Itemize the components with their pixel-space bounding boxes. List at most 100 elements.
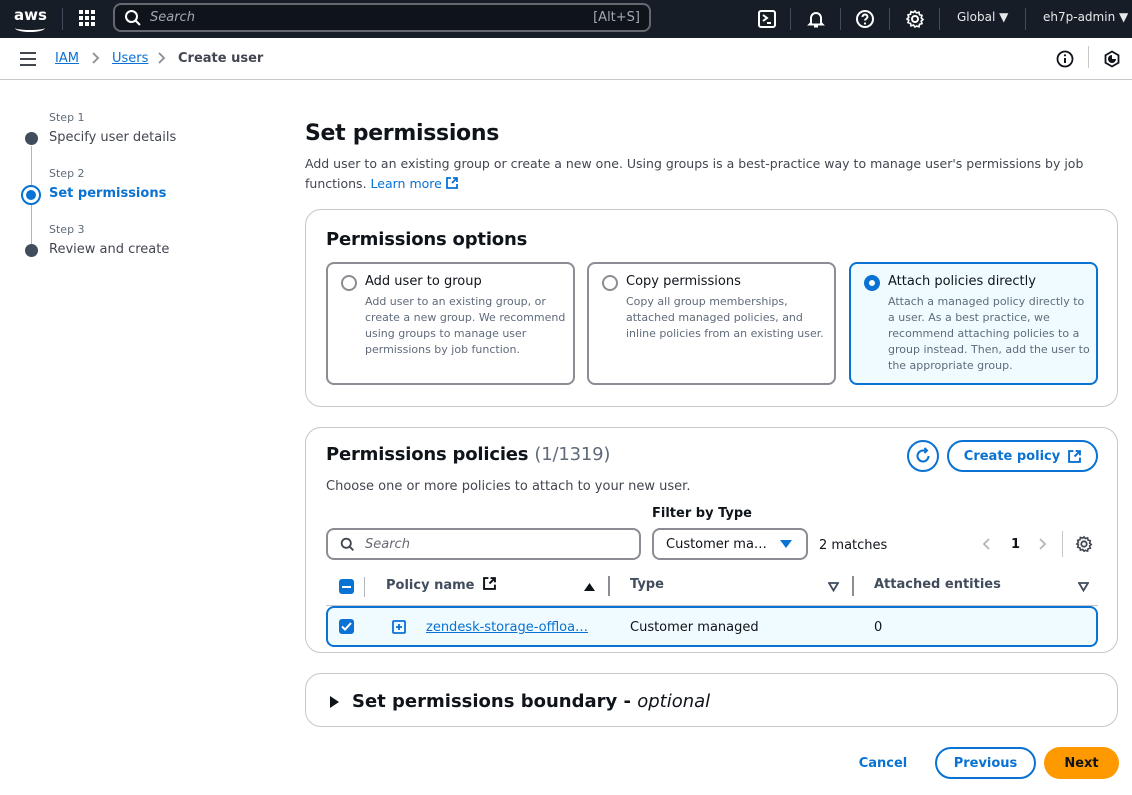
filter-by-type-select[interactable]: Customer ma… [652,528,808,560]
radio-button[interactable] [341,275,357,291]
option-description: Add user to an existing group, or create… [365,295,566,356]
divider [939,8,940,30]
search-icon [125,9,141,26]
step-connector [31,204,32,244]
top-navigation-bar: aws Search [Alt+S] Global ▼ eh7p-admin ▼ [0,0,1132,38]
step-indicator [25,132,38,145]
optional-label: optional [637,691,711,712]
step-indicator-active [21,185,41,205]
notifications-bell-icon[interactable] [806,9,826,29]
learn-more-text: Learn more [370,176,442,191]
step-connector [31,146,32,188]
row-checkbox-checked[interactable] [339,619,354,634]
column-header-attached-entities[interactable]: Attached entities [874,577,1001,592]
previous-button[interactable]: Previous [935,747,1036,779]
attached-entities-count: 0 [874,620,883,635]
search-placeholder: Search [150,10,195,25]
search-icon [340,537,354,551]
caret-down-icon: ▼ [1119,10,1129,24]
radio-button-selected[interactable] [864,275,880,291]
caret-down-icon: ▼ [999,10,1009,24]
caret-right-icon [330,696,339,708]
info-icon[interactable] [1056,50,1074,68]
table-preferences-gear-icon[interactable] [1075,535,1093,553]
settings-gear-icon[interactable] [905,9,925,29]
previous-page-icon[interactable] [981,537,991,551]
policy-count: (1/1319) [534,444,611,465]
page-title: Set permissions [305,121,500,146]
page-description: Add user to an existing group or create … [305,154,1105,194]
breadcrumb-iam[interactable]: IAM [55,51,79,66]
security-hexagon-icon[interactable] [1103,50,1121,68]
column-label: Policy name [386,578,475,593]
boundary-title: Set permissions boundary - optional [352,691,710,712]
permissions-boundary-expander[interactable]: Set permissions boundary - optional [305,673,1118,727]
next-page-icon[interactable] [1038,537,1048,551]
external-link-icon [483,577,496,590]
divider [889,8,890,30]
chevron-right-icon [158,52,166,64]
breadcrumb-users[interactable]: Users [112,51,148,66]
external-link-icon [1068,449,1082,463]
column-header-policy-name[interactable]: Policy name [386,577,496,593]
global-search-input[interactable]: Search [Alt+S] [113,3,651,32]
breadcrumb-bar: IAM Users Create user [0,38,1132,80]
step-label: Step 2 [49,167,85,180]
column-separator [364,577,365,597]
step-title: Set permissions [49,186,167,201]
filter-by-type-label: Filter by Type [652,506,752,521]
region-label: Global [957,10,996,24]
learn-more-link[interactable]: Learn more [371,176,458,191]
refresh-icon [916,447,930,463]
option-copy-permissions[interactable]: Copy permissions Copy all group membersh… [587,262,836,385]
aws-smile-icon [15,24,45,32]
step-label: Step 1 [49,111,85,124]
next-button[interactable]: Next [1044,747,1119,779]
column-resizer[interactable] [608,576,610,596]
search-shortcut: [Alt+S] [593,10,640,25]
help-icon[interactable] [855,9,875,29]
policies-subtitle: Choose one or more policies to attach to… [326,479,691,494]
external-link-icon [445,177,458,189]
step-label: Step 3 [49,223,85,236]
account-menu[interactable]: eh7p-admin ▼ [1043,10,1128,24]
select-all-checkbox-indeterminate[interactable] [339,579,354,594]
expand-row-icon[interactable] [392,620,406,634]
divider [1088,46,1089,68]
permissions-options-panel: Permissions options Add user to group Ad… [305,209,1118,407]
sort-icon[interactable] [1078,582,1089,592]
policy-name-link[interactable]: zendesk-storage-offloa… [426,620,588,635]
step-title[interactable]: Specify user details [49,130,176,145]
option-add-user-to-group[interactable]: Add user to group Add user to an existin… [326,262,575,385]
radio-button[interactable] [602,275,618,291]
column-header-type[interactable]: Type [630,577,664,592]
divider [62,8,63,30]
sort-ascending-icon[interactable] [584,582,595,592]
hamburger-menu-icon[interactable] [20,52,36,66]
column-resizer[interactable] [852,576,854,596]
refresh-button[interactable] [907,440,939,472]
region-selector[interactable]: Global ▼ [957,10,1008,24]
table-row[interactable]: zendesk-storage-offloa… Customer managed… [326,606,1098,647]
account-name: eh7p-admin [1043,10,1116,24]
search-placeholder: Search [365,536,410,552]
divider [790,8,791,30]
create-policy-button[interactable]: Create policy [947,440,1098,472]
caret-down-icon [780,539,792,548]
option-title: Copy permissions [626,274,741,289]
sort-icon[interactable] [828,582,839,592]
cancel-button[interactable]: Cancel [855,747,911,779]
aws-logo-text: aws [14,6,47,24]
boundary-title-text: Set permissions boundary - [352,691,638,712]
option-description: Copy all group memberships, attached man… [626,295,824,340]
divider [1062,531,1063,557]
option-attach-policies-directly[interactable]: Attach policies directly Attach a manage… [849,262,1098,385]
current-page[interactable]: 1 [1011,537,1020,552]
policy-search-input[interactable]: Search [326,528,641,560]
services-menu-icon[interactable] [79,10,95,26]
chevron-right-icon [92,52,100,64]
option-description: Attach a managed policy directly to a us… [888,295,1090,372]
step-title: Review and create [49,242,170,257]
cloudshell-icon[interactable] [757,9,777,29]
aws-logo[interactable]: aws [14,6,48,32]
